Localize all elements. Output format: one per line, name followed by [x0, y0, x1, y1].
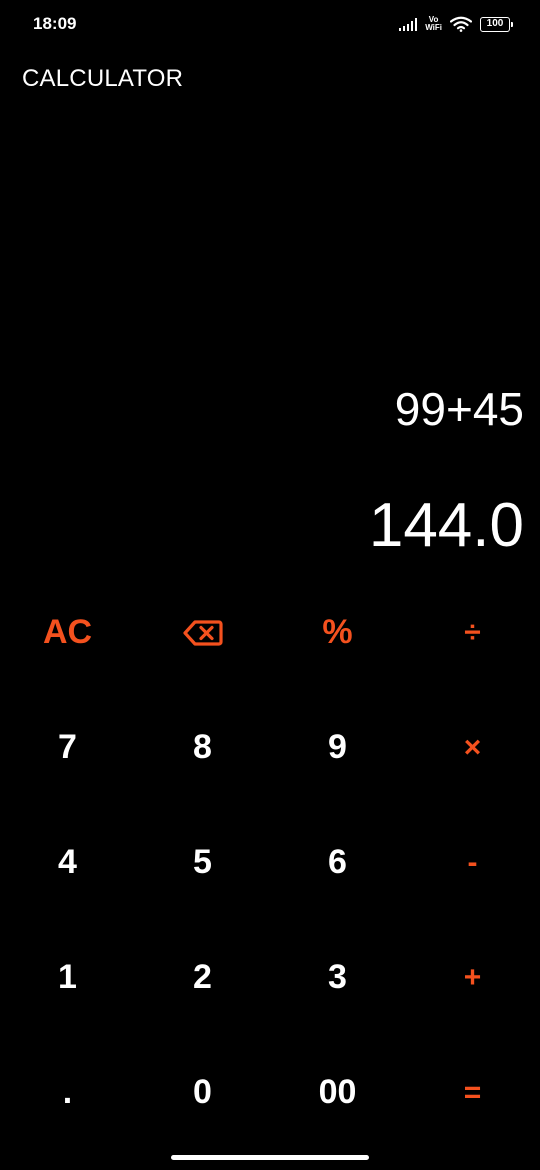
backspace-icon — [182, 619, 223, 646]
divide-button[interactable]: ÷ — [405, 575, 540, 690]
multiply-button[interactable]: × — [405, 690, 540, 805]
status-bar: 18:09 Vo WiFi 100 — [0, 0, 540, 50]
vowifi-icon: Vo WiFi — [425, 16, 442, 32]
plus-button[interactable]: + — [405, 920, 540, 1035]
vowifi-bottom-label: WiFi — [425, 23, 442, 32]
status-time: 18:09 — [33, 14, 77, 33]
home-indicator[interactable] — [171, 1155, 369, 1160]
digit-5-button[interactable]: 5 — [135, 805, 270, 920]
digit-1-button[interactable]: 1 — [0, 920, 135, 1035]
battery-level: 100 — [486, 18, 504, 29]
expression-display: 99+45 — [394, 383, 524, 435]
result-display: 144.0 — [368, 491, 524, 560]
digit-0-button[interactable]: 0 — [135, 1035, 270, 1150]
keypad: AC % ÷ 7 8 9 × 4 5 6 - 1 2 3 + . 0 00 = — [0, 575, 540, 1150]
backspace-button[interactable] — [135, 575, 270, 690]
status-icons: Vo WiFi 100 — [398, 13, 513, 35]
wifi-icon — [450, 16, 472, 32]
digit-7-button[interactable]: 7 — [0, 690, 135, 805]
double-zero-button[interactable]: 00 — [270, 1035, 405, 1150]
app-title: CALCULATOR — [22, 65, 184, 92]
minus-button[interactable]: - — [405, 805, 540, 920]
all-clear-button[interactable]: AC — [0, 575, 135, 690]
decimal-point-button[interactable]: . — [0, 1035, 135, 1150]
digit-6-button[interactable]: 6 — [270, 805, 405, 920]
digit-2-button[interactable]: 2 — [135, 920, 270, 1035]
digit-9-button[interactable]: 9 — [270, 690, 405, 805]
digit-3-button[interactable]: 3 — [270, 920, 405, 1035]
digit-4-button[interactable]: 4 — [0, 805, 135, 920]
battery-icon: 100 — [480, 16, 513, 32]
cellular-signal-icon — [398, 17, 418, 31]
digit-8-button[interactable]: 8 — [135, 690, 270, 805]
equals-button[interactable]: = — [405, 1035, 540, 1150]
percent-button[interactable]: % — [270, 575, 405, 690]
